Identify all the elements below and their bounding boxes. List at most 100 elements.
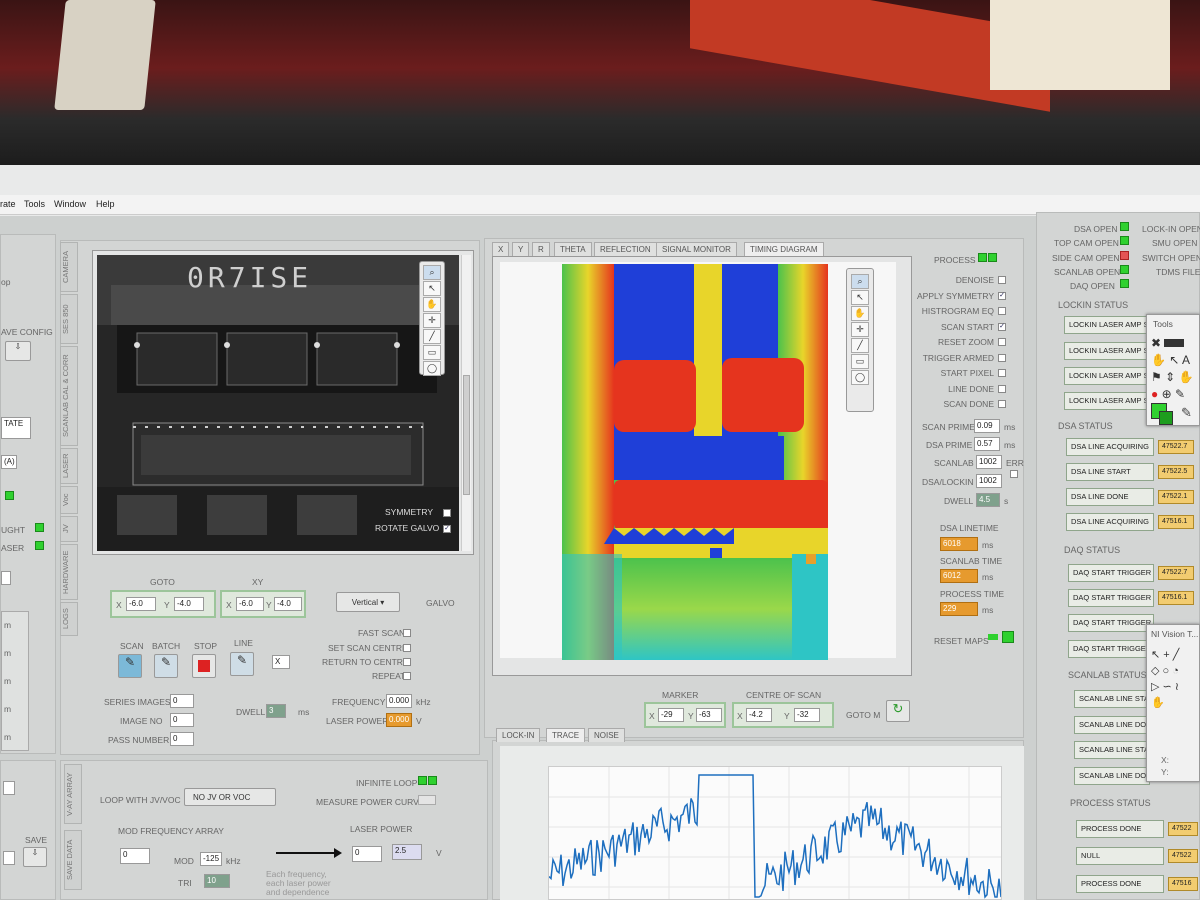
oval-tool-icon[interactable]: ◯ [423,361,441,376]
vision-annulus-icon[interactable]: ◔ [1172,665,1179,677]
tri-field[interactable]: 10 [204,874,230,888]
mod-array-index[interactable]: 0 [120,848,150,864]
hand-tool-icon[interactable]: ✋ [1151,353,1166,367]
map-zoom-tool-icon[interactable]: ⌕ [851,274,869,289]
crosshair-tool-icon[interactable]: ✛ [423,313,441,328]
tab-x[interactable]: X [492,242,510,256]
vision-pointer-icon[interactable]: ↖ [1151,649,1160,661]
orientation-dropdown[interactable]: Vertical ▾ [336,592,400,612]
breakpoint-tool-icon[interactable]: ● [1151,387,1158,401]
photocurrent-map[interactable] [562,264,828,660]
map-crosshair-tool-icon[interactable]: ✛ [851,322,869,337]
brush-icon[interactable]: ✎ [1181,405,1192,421]
laser-power-index[interactable]: 0 [352,846,382,862]
color-picker-secondary-icon[interactable] [1159,411,1173,425]
marker-x-field[interactable]: -29 [658,708,684,722]
vision-diamond-icon[interactable]: ◇ [1151,665,1159,677]
pen-tool-icon[interactable]: ✎ [1175,387,1185,401]
tab-trace[interactable]: TRACE [546,728,586,742]
camera-scrollbar[interactable] [461,255,471,551]
stop-button[interactable] [192,654,216,678]
tab-lock-in[interactable]: LOCK-IN [496,728,541,742]
amp-field[interactable]: (A) [1,455,17,469]
menu-item-window[interactable]: Window [54,199,86,209]
rectangle-tool-icon[interactable]: ▭ [423,345,441,360]
scan-button[interactable]: ✎ [118,654,142,678]
pan-tool-icon[interactable]: ✋ [423,297,441,312]
line-tool-icon[interactable]: ╱ [423,329,441,344]
scan-prime-field[interactable]: 0.09 [974,419,1000,433]
batch-button[interactable]: ✎ [154,654,178,678]
menu-item-help[interactable]: Help [96,199,115,209]
tab-y[interactable]: Y [512,242,530,256]
dwell-process-field[interactable]: 4.5 [976,493,1000,507]
trace-plot[interactable] [548,766,1002,900]
mod-field[interactable]: -125 [200,852,222,866]
grab-tool-icon[interactable]: ✋ [1179,370,1194,384]
map-oval-tool-icon[interactable]: ◯ [851,370,869,385]
menu-item-operate[interactable]: rate [0,199,16,209]
process-option-checkbox[interactable] [998,338,1006,346]
tab-hardware[interactable]: HARDWARE [60,544,78,600]
wrench-icon[interactable]: ✖ [1151,336,1161,350]
process-option-checkbox[interactable] [998,353,1006,362]
goto-x-field[interactable]: -6.0 [126,597,156,611]
centre-y-field[interactable]: -32 [794,708,820,722]
process-option-checkbox[interactable] [998,276,1006,284]
rotate-galvo-checkbox[interactable]: ✓ [443,525,451,533]
zoom-tool-icon[interactable]: ⌕ [423,265,441,280]
dsa-prime-field[interactable]: 0.57 [974,437,1000,451]
symmetry-checkbox[interactable] [443,509,451,517]
tab-scanlab-cal[interactable]: SCANLAB CAL & CORR [60,346,78,446]
left-small-field[interactable] [1,571,11,585]
tab-reflection[interactable]: REFLECTION [594,242,657,256]
repeat-checkbox[interactable] [403,672,411,680]
tab-voc[interactable]: Voc [60,486,78,514]
menu-item-tools[interactable]: Tools [24,199,45,209]
map-rectangle-tool-icon[interactable]: ▭ [851,354,869,369]
frequency-field[interactable]: 0.000 [386,694,412,708]
centre-x-field[interactable]: -4.2 [746,708,772,722]
vision-polyline-icon[interactable]: ▷ [1151,681,1159,693]
reset-maps-led[interactable] [1002,631,1014,643]
process-option-checkbox[interactable] [998,384,1006,393]
process-option-checkbox[interactable] [998,400,1006,408]
goto-marker-button[interactable]: ↻ [886,700,910,722]
vision-freeline-icon[interactable]: ≀ [1175,681,1179,693]
tab-logs[interactable]: LOGS [60,602,78,636]
left-lower-field[interactable] [3,781,15,795]
series-images-field[interactable]: 0 [170,694,194,708]
fast-scan-checkbox[interactable] [403,629,411,637]
camera-scroll-thumb[interactable] [463,375,470,495]
tab-r[interactable]: R [532,242,550,256]
tab-noise[interactable]: NOISE [588,728,625,742]
text-tool-icon[interactable]: A [1182,353,1190,367]
dwell-field[interactable]: 3 [266,704,286,718]
tab-save-data[interactable]: SAVE DATA [64,830,82,890]
map-pan-tool-icon[interactable]: ✋ [851,306,869,321]
tab-theta[interactable]: THETA [554,242,592,256]
vision-line-icon[interactable]: ╱ [1173,649,1180,661]
tab-jv[interactable]: JV [60,516,78,542]
loop-dropdown[interactable]: NO JV OR VOC [184,788,276,806]
save-button[interactable]: ⇩ [23,847,47,867]
process-option-checkbox[interactable] [998,307,1006,315]
map-line-tool-icon[interactable]: ╱ [851,338,869,353]
process-option-checkbox[interactable]: ✓ [998,322,1006,331]
state-field[interactable]: TATE [1,417,31,439]
tab-camera[interactable]: CAMERA [60,242,78,292]
tab-timing-diagram[interactable]: TIMING DIAGRAM [744,242,824,256]
line-button[interactable]: ✎ [230,652,254,676]
map-pointer-tool-icon[interactable]: ↖ [851,290,869,305]
goto-y-field[interactable]: -4.0 [174,597,204,611]
infinite-loop-led[interactable] [418,776,427,785]
scroll-tool-icon[interactable]: ⇕ [1165,370,1175,384]
vision-freehand-icon[interactable]: ∽ [1163,681,1172,693]
vision-circle-icon[interactable]: ○ [1163,665,1170,677]
line-axis-field[interactable]: X [272,655,290,669]
process-option-checkbox[interactable] [998,369,1006,377]
return-to-centre-checkbox[interactable] [403,658,411,666]
set-scan-centre-checkbox[interactable] [403,644,411,652]
connect-tool-icon[interactable]: ⚑ [1151,370,1162,384]
measure-power-toggle[interactable] [418,795,436,805]
